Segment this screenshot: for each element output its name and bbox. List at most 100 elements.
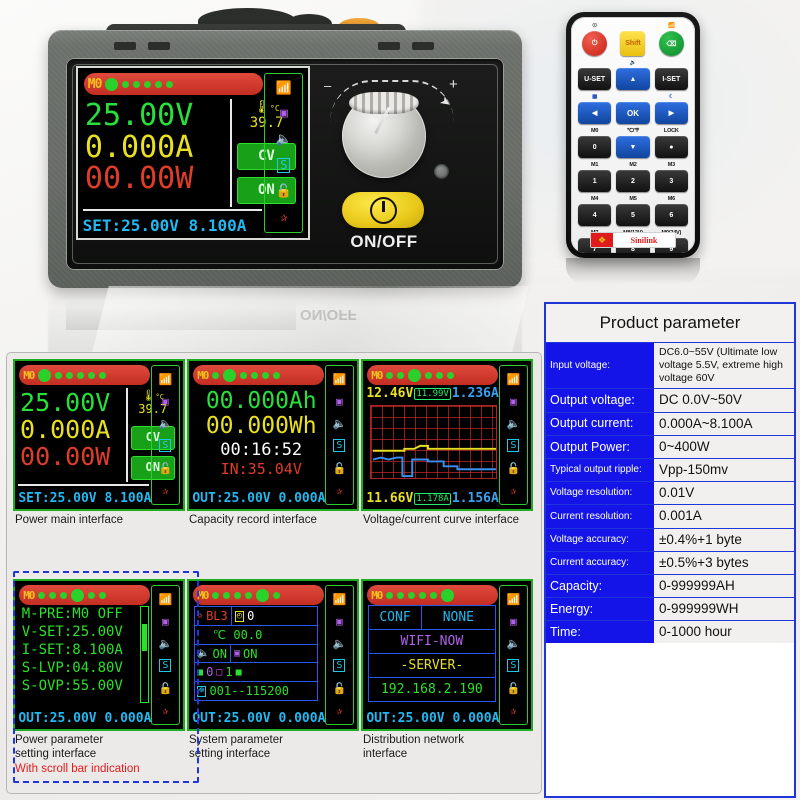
remote-shift-button[interactable]: Shift (620, 31, 646, 56)
tag-speaker-icon: 🔈 (629, 60, 637, 66)
lock-icon: 🔓 (506, 462, 521, 476)
gallery-cell-system-param: M0 ✰ BL3 ◴ 0 🌡 ℃ 00.0 🔈 ON ▣ ON ■ 0 □ 1 … (189, 581, 357, 776)
pp-line-4[interactable]: S-OVP:55.00V (22, 678, 133, 696)
caption-network-line2: interface (363, 748, 408, 761)
net-model: M0 (371, 588, 383, 602)
remote-0-button[interactable]: 0 (578, 136, 612, 158)
spec-row-key: Input voltage: (546, 343, 654, 389)
cur-dot-5 (447, 371, 455, 379)
sp-row-temperature[interactable]: 🌡 ℃ 00.0 (195, 626, 318, 645)
remote-2-button[interactable]: 2 (616, 170, 650, 192)
pp-scrollbar[interactable] (140, 606, 150, 703)
curve-plot-area (369, 405, 498, 480)
spec-row: Typical output ripple: Vpp-150mv (546, 458, 794, 483)
remote-4-button[interactable]: 4 (578, 204, 612, 226)
spec-row-value: DC6.0~55V (Ultimate low voltage 5.5V, ex… (654, 343, 794, 389)
net-dot-5 (441, 588, 455, 602)
device-clip-right (378, 42, 400, 50)
remote-uset-button[interactable]: U-SET (578, 68, 612, 90)
onoff-button[interactable] (342, 192, 424, 228)
curve-svg (372, 445, 497, 478)
ir-remote-control: ☉ ⏻ Shift 📶 ⌫ U-SET 🔈 ▲ I-SET ▩ ◀ OK ☾ ▶… (566, 12, 700, 258)
tag-m4: M4 (591, 196, 599, 202)
cap-model: M0 (197, 368, 209, 382)
sp-comm-value: 001--115200 (209, 684, 289, 699)
remote-ok-button[interactable]: OK (616, 102, 650, 124)
cur-icon-bar: 📶 ▣ 🔈 S 🔓 ✰ (499, 365, 528, 505)
curve-bottom-labels: 11.66V 1.178A 1.156A (366, 491, 504, 506)
pp-line-1[interactable]: V-SET:25.00V (22, 624, 133, 642)
speaker-icon: 🔈 (506, 636, 521, 650)
remote-left-button[interactable]: ◀ (578, 102, 612, 124)
spec-row: Output current: 0.000A~8.100A (546, 412, 794, 436)
remote-power-button[interactable]: ⏻ (582, 31, 608, 56)
net-dot-2 (408, 591, 416, 599)
sp-dot-0 (212, 591, 220, 599)
lock-icon: 🔓 (158, 462, 173, 476)
spec-row: Output voltage: DC 0.0V~50V (546, 389, 794, 413)
remote-dot-button[interactable]: ● (654, 136, 688, 158)
tag-degc: ℃/℉ (626, 128, 640, 134)
memory-icon-b: □ (216, 666, 223, 678)
set-values-line: SET:25.00V 8.100A (82, 215, 247, 235)
net-row-conf[interactable]: CONF NONE (369, 605, 495, 630)
pp-line-2[interactable]: I-SET:8.100A (22, 642, 133, 660)
lcd-vertical-divider (229, 98, 232, 208)
spec-row: Output Power: 0~400W (546, 435, 794, 459)
tag-m0: M0 (591, 128, 599, 134)
cap-dot-3 (251, 371, 259, 379)
cur-dot-2 (408, 368, 422, 382)
remote-right-button[interactable]: ▶ (654, 102, 688, 124)
remote-iset-button[interactable]: I-SET (654, 68, 688, 90)
speaker-icon: 🔈 (506, 416, 521, 430)
display-icon: ▣ (336, 614, 343, 628)
pm-dot-5 (99, 371, 107, 379)
net-dot-0 (386, 591, 394, 599)
sp-mem-b: 1 (225, 665, 233, 680)
screen-distribution-network: M0 CONF NONE WIFI-NOW -SERVER- 192.168.2… (363, 581, 531, 729)
remote-up-button[interactable]: ▲ (616, 68, 650, 90)
spec-row: Energy: 0-999999WH (546, 598, 794, 622)
remote-6-button[interactable]: 6 (654, 204, 688, 226)
remote-reflection (566, 258, 700, 284)
sp-row-memory[interactable]: ■ 0 □ 1 ■ (195, 663, 318, 683)
sp-row-sound-display[interactable]: 🔈 ON ▣ ON (195, 644, 318, 664)
net-row-ssid[interactable]: WIFI-NOW (369, 630, 495, 655)
sp-row-backlight[interactable]: ✰ BL3 ◴ 0 (195, 607, 318, 626)
remote-wifi-button[interactable]: ⌫ (658, 31, 684, 56)
rotary-encoder-knob[interactable] (342, 92, 426, 178)
caption-power-param-line2: setting interface (15, 748, 97, 761)
lock-icon: 🔓 (158, 682, 173, 696)
pm-icon-bar: 📶 ▣ 🔈 S 🔓 ✰ (151, 365, 180, 505)
remote-1-button[interactable]: 1 (578, 170, 612, 192)
cap-ah: 00.000Ah (205, 388, 317, 415)
remote-3-button[interactable]: 3 (654, 170, 688, 192)
display-icon: ▣ (336, 394, 343, 408)
display-icon: ▣ (233, 647, 240, 659)
pp-icon-bar: 📶 ▣ 🔈 S 🔓 ✰ (151, 585, 180, 725)
knob-minus-label: – (324, 78, 332, 93)
pp-line-0[interactable]: M-PRE:M0 OFF (22, 606, 133, 624)
spec-row-value: 0.001A (654, 505, 794, 528)
pm-power: 00.00W (20, 442, 111, 472)
sp-row-comm[interactable]: ☸ 001--115200 (195, 682, 317, 700)
device-front-face: M0 25.00V 0.000A 00.00W 🌡°C 39.7 CV ON S… (66, 58, 504, 270)
speaker-icon: 🔈 (197, 647, 210, 659)
net-row-server[interactable]: -SERVER- (369, 654, 495, 679)
cap-dot-2 (240, 371, 248, 379)
pp-scrollbar-thumb[interactable] (142, 624, 148, 651)
net-info-grid: CONF NONE WIFI-NOW -SERVER- 192.168.2.19… (368, 604, 496, 703)
pp-dot-3 (71, 588, 85, 602)
remote-down-button[interactable]: ▼ (616, 136, 650, 158)
net-row-ip[interactable]: 192.168.2.190 (369, 678, 495, 701)
remote-5-button[interactable]: 5 (616, 204, 650, 226)
spec-row-key: Time: (546, 621, 654, 644)
pp-line-3[interactable]: S-LVP:04.80V (22, 660, 133, 678)
cap-input-voltage: IN:35.04V (220, 460, 302, 479)
spec-row-key: Output current: (546, 412, 654, 435)
cap-dot-0 (212, 371, 220, 379)
spec-row: Capacity: 0-999999AH (546, 574, 794, 599)
lcd-readouts: 25.00V 0.000A 00.00W (85, 100, 228, 195)
net-conf-label: CONF (379, 609, 411, 625)
spec-row-key: Energy: (546, 598, 654, 621)
